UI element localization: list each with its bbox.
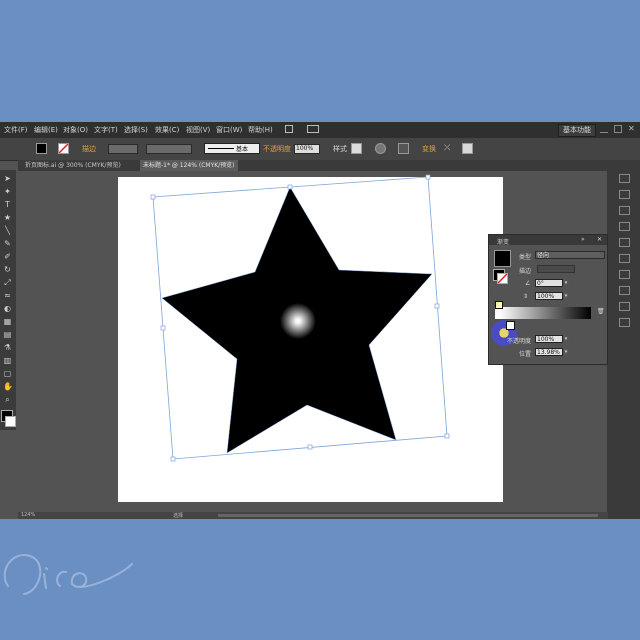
status-bar: 124% 选择 [18,512,608,519]
stroke-box[interactable] [497,273,508,284]
stop-opacity-field[interactable]: 100% [535,335,563,343]
stroke-gradient-buttons[interactable] [537,265,575,273]
opacity-dropdown-icon[interactable]: ▾ [563,335,569,343]
illustrator-window: 文件(F) 编辑(E) 对象(O) 文字(T) 选择(S) 效果(C) 视图(V… [0,122,640,519]
bbox-handle[interactable] [170,456,176,462]
gradient-slider[interactable] [495,307,591,319]
bbox-handle[interactable] [287,184,293,190]
gradient-thumbnail[interactable] [494,250,511,267]
current-tool-status[interactable]: 选择 [173,512,183,519]
midpoint-diamond[interactable] [495,301,503,309]
panel-close-icon[interactable]: ✕ [597,236,602,243]
delete-stop-icon[interactable]: 🗑 [597,308,605,315]
star-shape[interactable] [161,186,433,454]
gradient-panel-header[interactable]: 渐变 » ✕ [489,235,607,246]
location-dropdown-icon[interactable]: ▾ [563,348,569,356]
opacity-label: 不透明度 [507,338,532,345]
angle-icon: ∠ [525,280,531,287]
type-dropdown[interactable]: 径向 [535,251,605,259]
bbox-handle[interactable] [425,174,431,180]
bbox-handle[interactable] [150,194,156,200]
color-stop-white[interactable] [506,321,515,330]
type-label: 类型 [519,254,532,261]
collapse-icon[interactable]: » [581,236,585,243]
stroke-label: 描边 [519,268,532,275]
signature-watermark [3,554,133,595]
aspect-ratio-field[interactable]: 100% [535,292,563,300]
location-label: 位置 [519,351,532,358]
aspect-ratio-icon: ⇕ [523,293,529,300]
ratio-dropdown-icon[interactable]: ▾ [563,292,569,300]
gradient-panel: 渐变 » ✕ 类型 径向 描边 ∠ 0° ▾ ⇕ 100% ▾ 🗑 不透明度 1… [488,234,608,365]
bbox-handle[interactable] [434,303,440,309]
angle-field[interactable]: 0° [535,279,563,287]
zoom-level[interactable]: 124% [21,512,35,518]
gradient-panel-title: 渐变 [497,239,510,246]
bbox-handle[interactable] [307,444,313,450]
horizontal-scrollbar[interactable] [218,514,598,517]
angle-dropdown-icon[interactable]: ▾ [563,279,569,287]
bbox-handle[interactable] [444,433,450,439]
stop-location-field[interactable]: 13.98% [535,348,563,356]
bbox-handle[interactable] [160,325,166,331]
